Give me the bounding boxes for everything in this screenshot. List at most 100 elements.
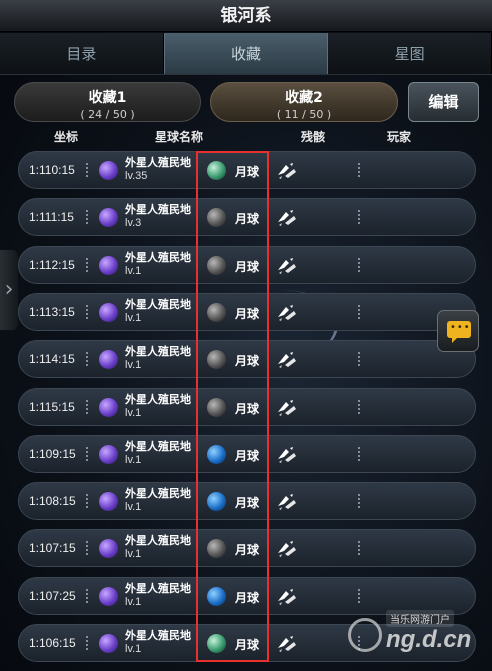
moon-name: 月球 xyxy=(235,591,260,605)
chat-bubble-icon: ••• xyxy=(447,321,471,343)
moon-icon xyxy=(207,303,226,322)
coord-cell[interactable]: 1:114:15 xyxy=(29,352,75,366)
planet-name: 外星人殖民地 lv.1 xyxy=(125,298,197,325)
purple-planet-icon xyxy=(99,492,118,511)
coord-cell[interactable]: 1:112:15 xyxy=(29,258,75,272)
favorites-1-button[interactable]: 收藏1 ( 24 / 50 ) xyxy=(14,82,201,122)
divider xyxy=(358,163,362,177)
favorites-2-count: ( 11 / 50 ) xyxy=(276,108,332,121)
purple-planet-icon xyxy=(99,634,118,653)
tab-star-map[interactable]: 星图 xyxy=(328,33,492,74)
purple-planet-icon xyxy=(99,208,118,227)
coord-cell[interactable]: 1:108:15 xyxy=(29,494,76,508)
divider xyxy=(86,210,90,224)
favorites-2-button[interactable]: 收藏2 ( 11 / 50 ) xyxy=(210,82,398,122)
spaceship-icon[interactable] xyxy=(276,303,298,323)
spaceship-icon[interactable] xyxy=(276,350,298,370)
divider xyxy=(358,589,362,603)
planet-name: 外星人殖民地 lv.1 xyxy=(125,393,197,420)
coord-cell[interactable]: 1:113:15 xyxy=(29,305,75,319)
tab-directory[interactable]: 目录 xyxy=(0,33,164,74)
spaceship-icon[interactable] xyxy=(276,398,298,418)
coord-cell[interactable]: 1:107:15 xyxy=(29,541,76,555)
planet-name: 外星人殖民地 lv.1 xyxy=(125,440,197,467)
coord-cell[interactable]: 1:111:15 xyxy=(29,210,74,224)
moon-icon xyxy=(207,256,226,275)
planet-level: lv.1 xyxy=(125,454,142,466)
planet-level: lv.1 xyxy=(125,359,142,371)
planet-name: 外星人殖民地 lv.1 xyxy=(125,487,197,514)
planet-name: 外星人殖民地 lv.1 xyxy=(125,534,197,561)
moon-icon xyxy=(207,208,226,227)
planet-level: lv.1 xyxy=(125,265,142,277)
table-row[interactable]: 1:109:15 外星人殖民地 lv.1 月球 xyxy=(18,435,476,473)
moon-icon xyxy=(207,634,226,653)
divider xyxy=(86,541,90,555)
watermark-big-text: ng.d.cn xyxy=(386,626,472,653)
spaceship-icon[interactable] xyxy=(276,539,298,559)
divider xyxy=(86,352,90,366)
divider xyxy=(358,400,362,414)
table-row[interactable]: 1:110:15 外星人殖民地 lv.35 月球 xyxy=(18,151,476,189)
divider xyxy=(358,494,362,508)
coord-cell[interactable]: 1:107:25 xyxy=(29,589,76,603)
planet-name-text: 外星人殖民地 xyxy=(125,534,191,547)
spaceship-icon[interactable] xyxy=(276,208,298,228)
divider xyxy=(358,447,362,461)
table-row[interactable]: 1:107:15 外星人殖民地 lv.1 月球 xyxy=(18,529,476,567)
purple-planet-icon xyxy=(99,445,118,464)
column-header-coord: 坐标 xyxy=(54,130,79,144)
purple-planet-icon xyxy=(99,350,118,369)
chevron-right-icon[interactable]: › xyxy=(0,250,18,330)
coord-cell[interactable]: 1:106:15 xyxy=(29,636,76,650)
purple-planet-icon xyxy=(99,161,118,180)
tab-bar: 目录 收藏 星图 xyxy=(0,33,492,75)
planet-name: 外星人殖民地 lv.1 xyxy=(125,345,197,372)
planet-name-text: 外星人殖民地 xyxy=(125,203,191,216)
spaceship-icon[interactable] xyxy=(276,634,298,654)
purple-planet-icon xyxy=(99,587,118,606)
table-row[interactable]: 1:113:15 外星人殖民地 lv.1 月球 xyxy=(18,293,476,331)
table-row[interactable]: 1:112:15 外星人殖民地 lv.1 月球 xyxy=(18,246,476,284)
edit-button[interactable]: 编辑 xyxy=(408,82,479,122)
moon-name: 月球 xyxy=(235,638,260,652)
moon-name: 月球 xyxy=(235,449,260,463)
moon-icon xyxy=(207,587,226,606)
planet-level: lv.1 xyxy=(125,643,142,655)
spaceship-icon[interactable] xyxy=(276,587,298,607)
moon-icon xyxy=(207,492,226,511)
watermark-circle-icon xyxy=(348,618,382,652)
planet-name-text: 外星人殖民地 xyxy=(125,582,191,595)
divider xyxy=(358,258,362,272)
planet-name-text: 外星人殖民地 xyxy=(125,487,191,500)
coord-cell[interactable]: 1:110:15 xyxy=(29,163,75,177)
watermark-logo: 当乐网游门户 ng.d.cn xyxy=(342,608,482,662)
moon-name: 月球 xyxy=(235,496,260,510)
purple-planet-icon xyxy=(99,303,118,322)
planet-name-text: 外星人殖民地 xyxy=(125,629,191,642)
table-row[interactable]: 1:115:15 外星人殖民地 lv.1 月球 xyxy=(18,388,476,426)
planet-level: lv.3 xyxy=(125,217,142,229)
spaceship-icon[interactable] xyxy=(276,161,298,181)
coord-cell[interactable]: 1:115:15 xyxy=(29,400,75,414)
planet-level: lv.1 xyxy=(125,596,142,608)
chat-button[interactable]: ••• xyxy=(437,310,479,352)
divider xyxy=(86,494,90,508)
table-row[interactable]: 1:108:15 外星人殖民地 lv.1 月球 xyxy=(18,482,476,520)
spaceship-icon[interactable] xyxy=(276,256,298,276)
column-header-planet: 星球名称 xyxy=(155,130,204,144)
moon-name: 月球 xyxy=(235,543,260,557)
planet-name: 外星人殖民地 lv.3 xyxy=(125,203,197,230)
planet-name-text: 外星人殖民地 xyxy=(125,440,191,453)
tab-favorites[interactable]: 收藏 xyxy=(163,33,329,74)
table-row[interactable]: 1:111:15 外星人殖民地 lv.3 月球 xyxy=(18,198,476,236)
purple-planet-icon xyxy=(99,256,118,275)
divider xyxy=(86,305,90,319)
spaceship-icon[interactable] xyxy=(276,492,298,512)
coord-cell[interactable]: 1:109:15 xyxy=(29,447,76,461)
spaceship-icon[interactable] xyxy=(276,445,298,465)
favorites-2-label: 收藏2 xyxy=(285,90,323,106)
moon-name: 月球 xyxy=(235,260,260,274)
planet-level: lv.1 xyxy=(125,312,142,324)
table-row[interactable]: 1:114:15 外星人殖民地 lv.1 月球 xyxy=(18,340,476,378)
